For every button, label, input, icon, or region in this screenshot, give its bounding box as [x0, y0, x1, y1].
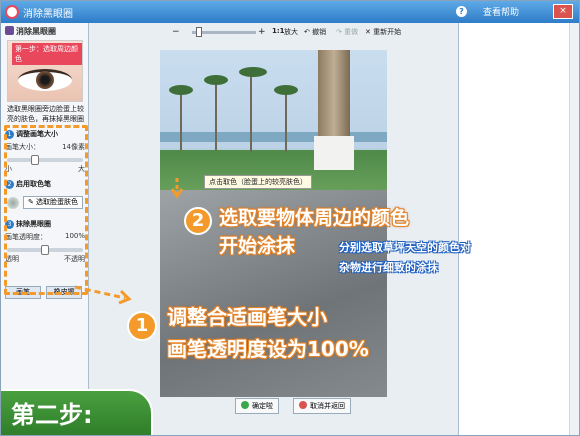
panel-description: 选取黑眼圈旁边脸蛋上较亮的肤色，再抹掉黑眼圈: [7, 105, 84, 123]
cancel-icon: [299, 401, 307, 409]
reset-label: 重新开始: [373, 28, 402, 36]
palm-fronds: [274, 85, 298, 95]
ratio-button[interactable]: 1:1: [272, 27, 285, 35]
close-button[interactable]: ×: [553, 4, 573, 19]
annotation-line: 画笔透明度设为100%: [167, 337, 369, 361]
help-link[interactable]: 查看帮助: [483, 5, 519, 18]
confirm-label: 确定啦: [252, 402, 273, 410]
example-thumbnail: 第一步：选取周边颜色: [7, 40, 83, 102]
editor-window: 消除黑眼圈 ? 查看帮助 × 消除黑眼圈 第一步：选取周边颜色 选取黑眼圈旁边脸…: [0, 0, 580, 436]
step-badge: 第二步:: [1, 389, 153, 435]
title-bar: 消除黑眼圈 ? 查看帮助 ×: [1, 1, 579, 23]
redo-label: 重做: [344, 28, 359, 36]
settings-highlight: [4, 125, 88, 295]
window-title: 消除黑眼圈: [23, 9, 73, 20]
step-number-1: 1: [127, 311, 157, 341]
trunk-white-paint: [314, 136, 354, 170]
palm-trunk: [180, 90, 182, 150]
confirm-button[interactable]: 确定啦: [235, 398, 279, 414]
picker-tooltip: 点击取色（脸蛋上的较亮肤色）: [204, 175, 312, 189]
step-number-2: 2: [184, 207, 212, 235]
undo-label: 撤销: [312, 28, 327, 36]
cancel-label: 取消并返回: [310, 402, 345, 410]
panel-title: 消除黑眼圈: [16, 27, 56, 36]
iris-image: [36, 71, 54, 89]
step-tag: 第一步：选取周边颜色: [12, 43, 82, 65]
palm-trunk: [285, 90, 287, 152]
palm-fronds: [239, 67, 267, 77]
palm-fronds: [204, 75, 228, 85]
annotation-line: 选取要物体周边的颜色: [219, 207, 410, 229]
check-icon: [241, 401, 249, 409]
cancel-button[interactable]: 取消并返回: [293, 398, 351, 414]
palm-trunk: [215, 80, 217, 150]
zoom-out-icon[interactable]: −: [172, 27, 180, 37]
palm-trunk: [250, 72, 252, 152]
palm-fronds: [169, 85, 193, 95]
preview-panel: [458, 23, 579, 435]
reset-button[interactable]: ✕ 重新开始: [365, 27, 401, 37]
annotation-line: 调整合适画笔大小: [167, 305, 327, 329]
annotation-line: 开始涂抹: [219, 235, 296, 257]
help-icon[interactable]: ?: [456, 6, 467, 17]
annotation-note: 杂物进行细致的涂抹: [339, 261, 438, 274]
toolbar: − + 1:1 放大 ↶ 撤销 ↷ 重做 ✕ 重新开始: [90, 23, 458, 41]
zoom-knob[interactable]: [196, 27, 202, 37]
app-logo-icon: [5, 5, 19, 19]
panel-header: 消除黑眼圈: [5, 26, 56, 37]
preview-scrollbar[interactable]: [569, 23, 579, 435]
redo-button[interactable]: ↷ 重做: [336, 27, 358, 37]
eye-tool-icon: [5, 26, 14, 35]
zoom-in-button[interactable]: 放大: [284, 27, 298, 37]
undo-button[interactable]: ↶ 撤销: [304, 27, 326, 37]
annotation-note: 分别选取草坪天空的颜色对: [339, 241, 471, 254]
zoom-in-icon[interactable]: +: [258, 27, 266, 37]
